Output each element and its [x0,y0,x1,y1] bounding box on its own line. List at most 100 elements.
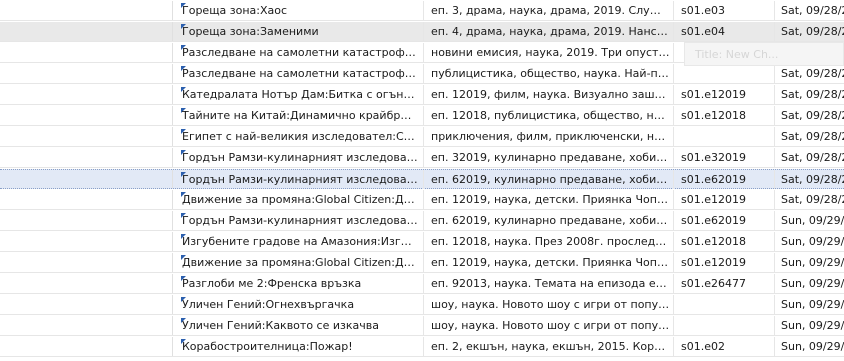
episode-cell: s01.e32019 [681,151,746,164]
list-row[interactable]: Изгубените градове на Амазония:Изгубен..… [0,232,844,252]
column-separator [673,85,674,104]
channel-column-cell [0,1,173,20]
title-cell: Уличен Гений:Каквото се изкачва [182,319,379,332]
episode-cell: s01.e12018 [681,235,746,248]
column-separator [673,64,674,83]
title-cell: Гордън Рамзи-кулинарният изследовател:..… [182,173,418,186]
episode-cell: s01.e02 [681,340,725,353]
column-separator [423,43,424,62]
list-row[interactable]: Тайните на Китай:Динамично крайбрежие еп.… [0,106,844,126]
column-separator [423,22,424,41]
column-separator [673,274,674,293]
column-separator [774,337,775,356]
episode-cell [681,64,771,83]
episode-cell: s01.e62019 [681,214,746,227]
list-row[interactable]: Гореща зона:Хаос еп. 3, драма, наука, дра… [0,1,844,21]
list-row[interactable]: Катедралата Нотър Дам:Битка с огъня:Ка..… [0,85,844,105]
channel-column-cell [0,85,173,104]
column-separator [673,43,674,62]
title-cell: Гореща зона:Заменими [182,25,319,38]
column-separator [423,85,424,104]
column-separator [774,295,775,314]
channel-column-cell [0,64,173,83]
column-separator [774,1,775,20]
episode-cell: s01.e04 [681,25,725,38]
title-cell: Египет с най-великия изследовател:Скрит.… [182,130,418,143]
channel-column-cell [0,316,173,335]
date-cell: Sun, 09/29/2 [781,340,844,353]
column-separator [673,127,674,146]
list-row[interactable]: Гореща зона:Заменими еп. 4, драма, наука,… [0,22,844,42]
title-cell: Гордън Рамзи-кулинарният изследовател:..… [182,214,418,227]
column-separator [423,253,424,272]
episode-cell [681,295,771,314]
description-cell: шоу, наука. Новото шоу с игри от популя.… [431,298,670,311]
title-cell: Корабостроителница:Пожар! [182,340,353,353]
description-cell: еп. 4, драма, наука, драма, 2019. Нанси … [431,25,670,38]
column-separator [423,148,424,167]
column-separator [774,148,775,167]
column-separator [423,170,424,189]
column-separator [774,253,775,272]
title-cell: Гореща зона:Хаос [182,4,288,17]
column-separator [774,106,775,125]
column-separator [774,127,775,146]
column-separator [423,127,424,146]
description-cell: еп. 62019, кулинарно предаване, хоби, на… [431,173,670,186]
column-separator [673,170,674,189]
date-cell: Sat, 09/28/20 [781,67,844,80]
title-cell: Движение за промяна:Global Citizen:Да за… [182,193,418,206]
channel-column-cell [0,232,173,251]
list-row[interactable]: Уличен Гений:Каквото се изкачва шоу, наук… [0,316,844,336]
list-row[interactable]: Гордън Рамзи-кулинарният изследовател:..… [0,148,844,168]
column-separator [423,337,424,356]
date-cell: Sat, 09/28/20 [781,151,844,164]
list-row[interactable]: Гордън Рамзи-кулинарният изследовател:..… [0,211,844,231]
list-row[interactable]: Гордън Рамзи-кулинарният изследовател:..… [0,169,844,189]
list-row[interactable]: Уличен Гений:Огнехвъргачка шоу, наука. Но… [0,295,844,315]
list-row[interactable]: Корабостроителница:Пожар! еп. 2, екшън, н… [0,337,844,357]
date-cell: Sun, 09/29/2 [781,298,844,311]
column-separator [673,148,674,167]
column-separator [673,232,674,251]
list-row[interactable]: Египет с най-великия изследовател:Скрит.… [0,127,844,147]
list-row[interactable]: Разглоби ме 2:Френска връзка еп. 92013, н… [0,274,844,294]
episode-cell: s01.e03 [681,4,725,17]
column-separator [774,274,775,293]
column-separator [774,22,775,41]
description-cell: приключения, филм, приключенски, наук... [431,130,670,143]
column-separator [774,190,775,209]
column-separator [673,295,674,314]
title-cell: Тайните на Китай:Динамично крайбрежие [182,109,418,122]
date-cell: Sun, 09/29/2 [781,277,844,290]
description-cell: еп. 32019, кулинарно предаване, хоби, на… [431,151,670,164]
description-cell: публицистика, общество, наука. Най-прос.… [431,67,670,80]
description-cell: еп. 12019, филм, наука. Визуално зашемет… [431,88,670,101]
column-separator [673,1,674,20]
episode-cell [681,316,771,335]
column-separator [423,190,424,209]
column-separator [673,190,674,209]
title-cell: Разследване на самолетни катастрофи:Сп..… [182,67,418,80]
channel-column-cell [0,106,173,125]
description-cell: новини емисия, наука, 2019. Три опустош.… [431,46,670,59]
episode-cell [681,127,771,146]
description-cell: еп. 62019, кулинарно предаване, хоби, на… [431,214,670,227]
column-separator [774,232,775,251]
list-row[interactable]: Движение за промяна:Global Citizen:Да за… [0,190,844,210]
column-separator [423,274,424,293]
date-cell: Sat, 09/28/20 [781,25,844,38]
episode-cell: s01.e62019 [681,173,746,186]
date-cell: Sat, 09/28/20 [781,173,844,186]
date-cell: Sat, 09/28/20 [781,130,844,143]
channel-column-cell [0,190,173,209]
description-cell: еп. 3, драма, наука, драма, 2019. Служит… [431,4,670,17]
episode-cell: s01.e12018 [681,109,746,122]
list-row[interactable]: Движение за промяна:Global Citizen:Да за… [0,253,844,273]
episode-cell: s01.e12019 [681,88,746,101]
channel-column-cell [0,295,173,314]
date-cell: Sun, 09/29/2 [781,256,844,269]
list-row[interactable]: Разследване на самолетни катастрофи:Сп..… [0,64,844,84]
column-separator [673,316,674,335]
column-separator [423,232,424,251]
